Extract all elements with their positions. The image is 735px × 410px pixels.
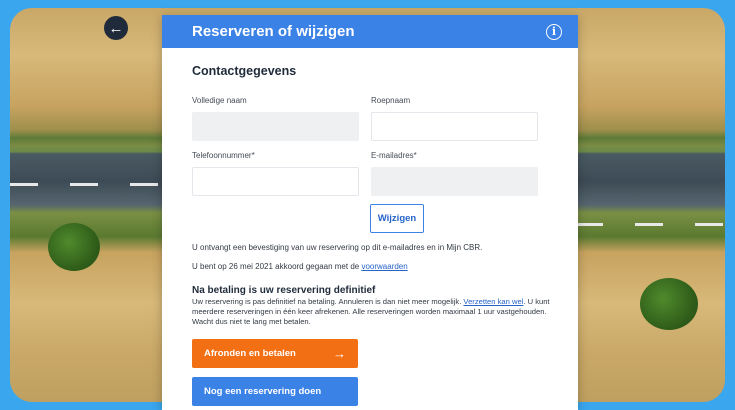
road-marking-left	[10, 183, 160, 186]
email-label: E-mailadres*	[371, 151, 417, 160]
phone-group: Telefoonnummer*	[192, 151, 359, 196]
panel-header: Reserveren of wijzigen i	[162, 15, 578, 48]
panel-body: Contactgegevens Volledige naam Roepnaam …	[162, 48, 578, 406]
tree-right	[640, 278, 698, 330]
arrow-right-icon: →	[333, 346, 346, 361]
section-title: Contactgegevens	[192, 64, 297, 78]
tree-left	[48, 223, 100, 271]
phone-label: Telefoonnummer*	[192, 151, 255, 160]
pay-button[interactable]: Afronden en betalen →	[192, 339, 358, 368]
full-name-label: Volledige naam	[192, 96, 247, 105]
terms-link[interactable]: voorwaarden	[361, 262, 407, 271]
new-reservation-button[interactable]: Nog een reservering doen	[192, 377, 358, 406]
terms-prefix: U bent op 26 mei 2021 akkoord gegaan met…	[192, 262, 362, 271]
edit-wrap: Wijzigen	[370, 204, 548, 233]
confirmation-text: U ontvangt een bevestiging van uw reserv…	[192, 243, 483, 252]
info-icon[interactable]: i	[546, 23, 562, 40]
definitive-heading: Na betaling is uw reservering definitief	[192, 285, 376, 296]
full-name-group: Volledige naam	[192, 96, 359, 141]
back-button[interactable]: ←	[104, 16, 128, 40]
first-name-group: Roepnaam	[371, 96, 538, 141]
pay-button-label: Afronden en betalen	[204, 348, 296, 359]
page-title: Reserveren of wijzigen	[192, 23, 355, 40]
full-name-field[interactable]	[192, 112, 359, 141]
definitive-text-1: Uw reservering is pas definitief na beta…	[192, 297, 464, 306]
terms-text: U bent op 26 mei 2021 akkoord gegaan met…	[192, 262, 548, 271]
reschedule-link[interactable]: Verzetten kan wel	[463, 297, 523, 306]
reservation-panel: Reserveren of wijzigen i Contactgegevens…	[162, 15, 578, 410]
road-marking-right	[575, 223, 725, 226]
contact-form: Volledige naam Roepnaam Telefoonnummer* …	[192, 96, 548, 196]
back-arrow-icon: ←	[108, 19, 124, 37]
phone-field[interactable]	[192, 167, 359, 196]
first-name-label: Roepnaam	[371, 96, 411, 105]
first-name-field[interactable]	[371, 112, 538, 141]
edit-email-button[interactable]: Wijzigen	[370, 204, 424, 233]
definitive-text: Uw reservering is pas definitief na beta…	[192, 297, 552, 327]
email-group: E-mailadres*	[371, 151, 538, 196]
email-field[interactable]	[371, 167, 538, 196]
new-reservation-label: Nog een reservering doen	[204, 386, 322, 397]
